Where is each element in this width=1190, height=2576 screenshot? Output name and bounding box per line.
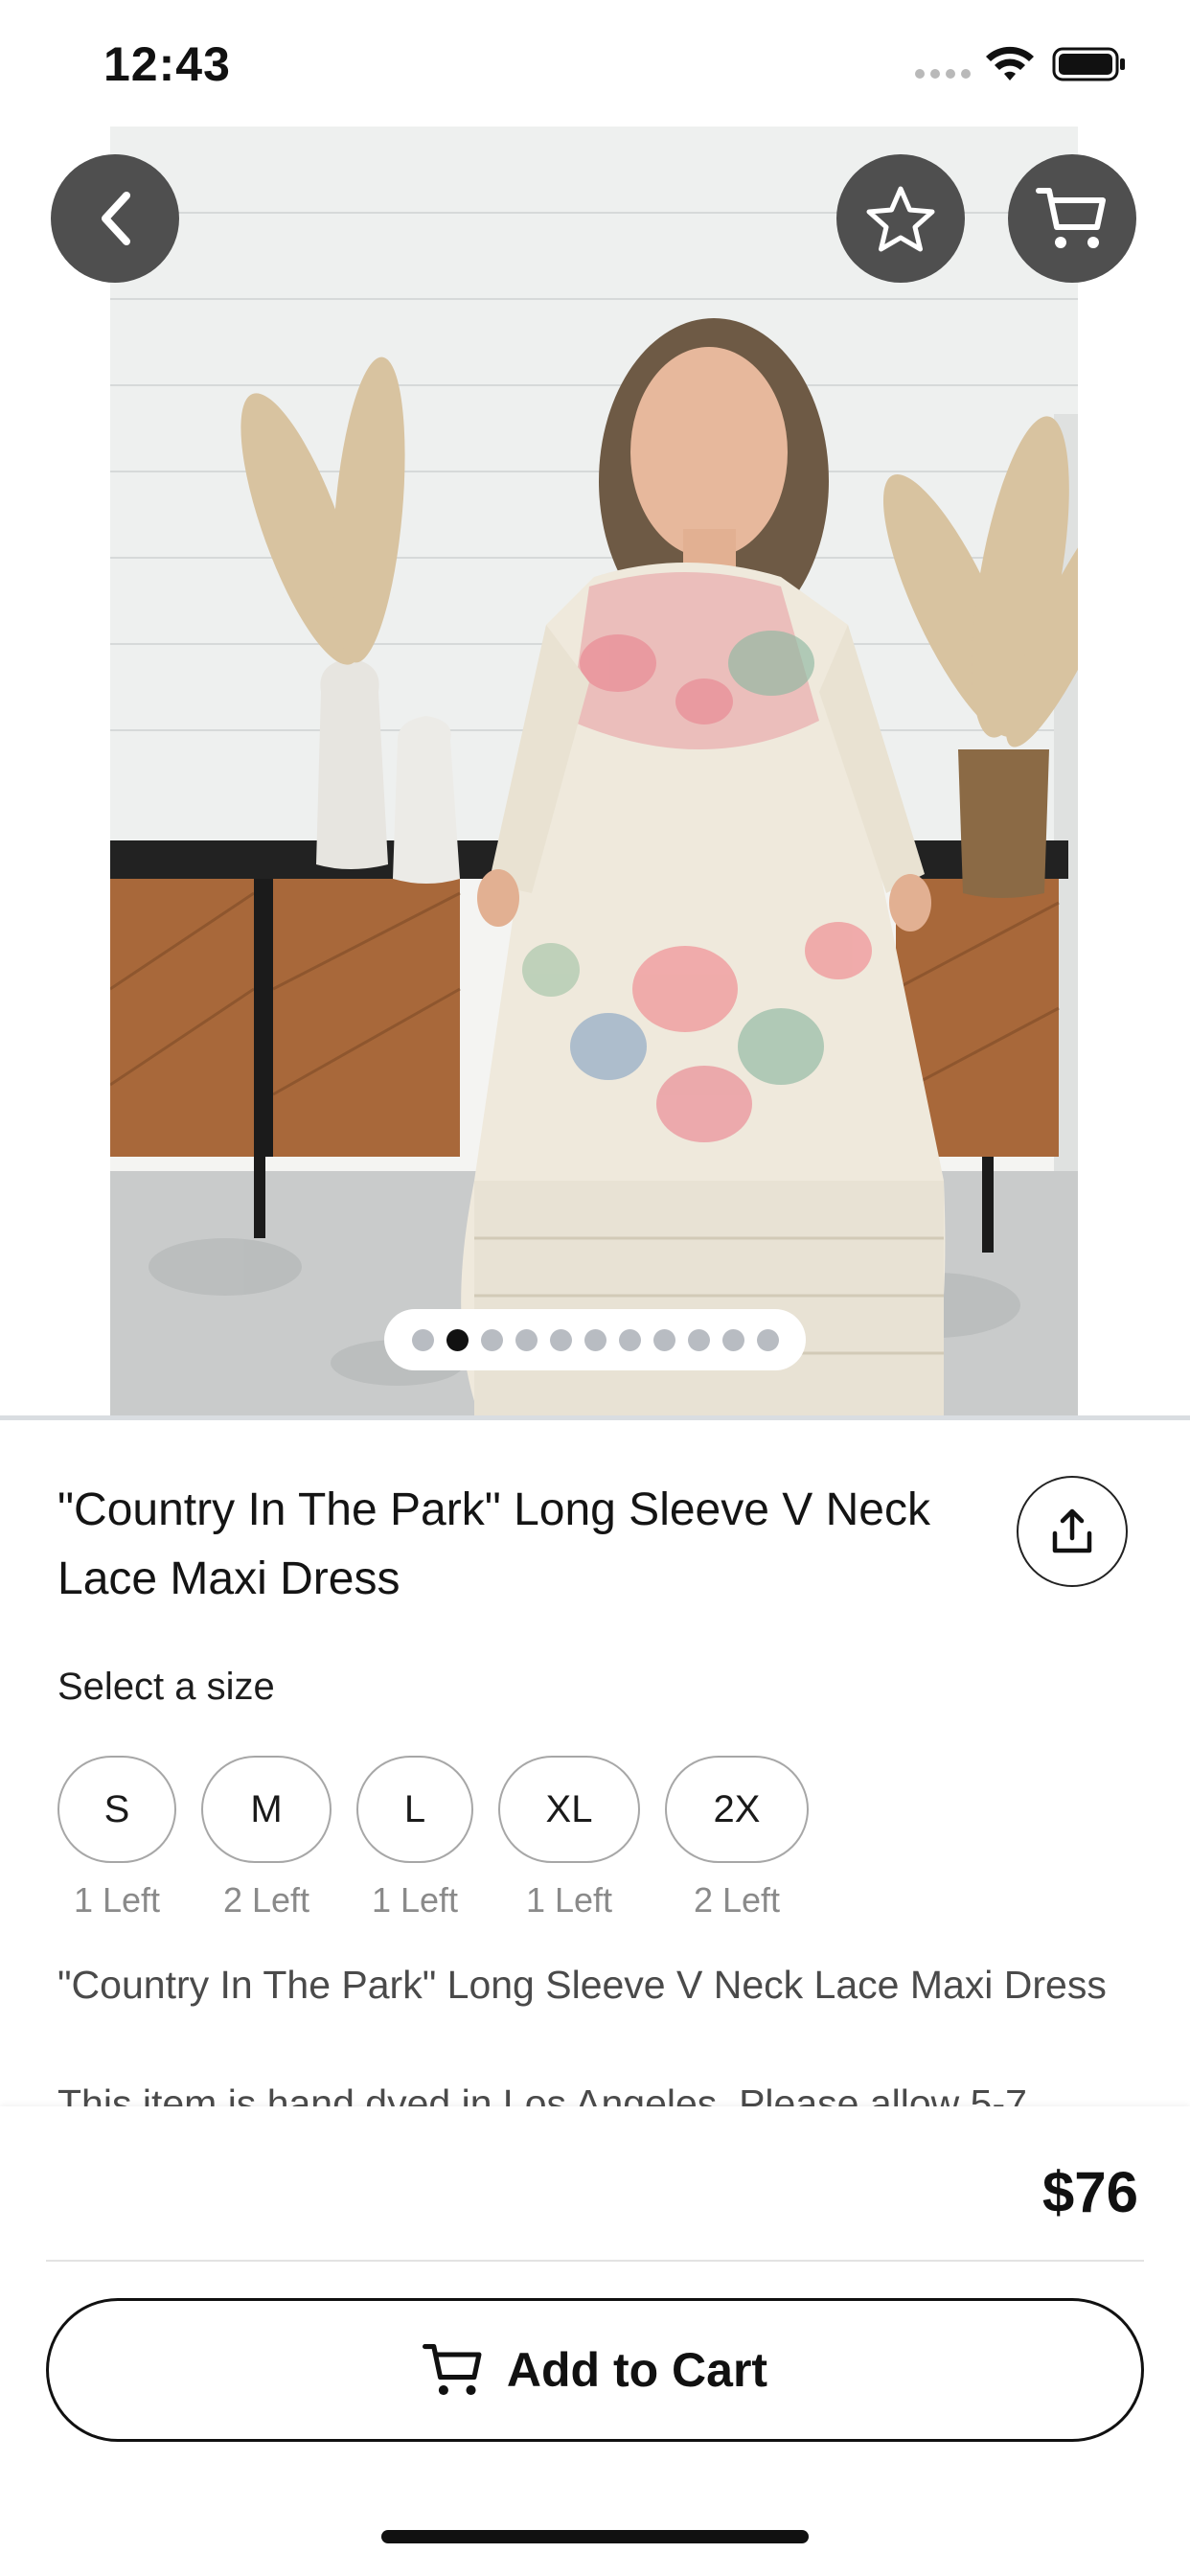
size-chip[interactable]: S [57,1756,176,1863]
pager-dot[interactable] [687,1328,710,1351]
cellular-signal-icon [915,69,971,79]
size-stock: 2 Left [222,1880,310,1920]
size-stock: 1 Left [371,1880,459,1920]
size-option-l: L 1 Left [356,1756,473,1920]
product-photo [110,126,1078,1415]
product-title: "Country In The Park" Long Sleeve V Neck… [57,1484,930,1604]
pager-dot[interactable] [721,1328,744,1351]
pager-dot[interactable] [515,1328,538,1351]
pager-dot[interactable] [480,1328,503,1351]
share-button[interactable] [1017,1476,1128,1587]
favorite-button[interactable] [836,154,965,283]
panel-divider [46,2260,1144,2262]
size-chip[interactable]: M [201,1756,332,1863]
pager-dot[interactable] [446,1328,469,1351]
home-indicator [381,2530,809,2543]
size-chip[interactable]: 2X [665,1756,809,1863]
pager-dot[interactable] [584,1328,606,1351]
size-prompt: Select a size [57,1666,275,1708]
size-selector: S 1 Left M 2 Left L 1 Left XL 1 Left 2X … [57,1756,809,1920]
star-icon [866,186,935,252]
cart-icon [422,2344,482,2396]
size-option-s: S 1 Left [57,1756,176,1920]
pager-dot[interactable] [549,1328,572,1351]
size-stock: 2 Left [693,1880,781,1920]
status-bar: 12:43 [0,0,1190,126]
back-button[interactable] [51,154,179,283]
image-divider [0,1415,1190,1420]
cart-button[interactable] [1008,154,1136,283]
add-to-cart-button[interactable]: Add to Cart [46,2298,1144,2442]
pager-dot[interactable] [411,1328,434,1351]
product-image[interactable] [110,126,1078,1415]
size-option-m: M 2 Left [201,1756,332,1920]
cart-icon [1036,188,1106,248]
purchase-panel: $76 Add to Cart [0,2106,1190,2576]
price: $76 [1041,2160,1138,2224]
size-stock: 1 Left [525,1880,613,1920]
share-icon [1052,1508,1092,1553]
image-pager[interactable] [384,1309,806,1370]
pager-dot[interactable] [652,1328,675,1351]
size-chip[interactable]: XL [498,1756,640,1863]
status-time: 12:43 [103,37,231,91]
pager-dot[interactable] [618,1328,641,1351]
size-stock: 1 Left [73,1880,161,1920]
pager-dot[interactable] [756,1328,779,1351]
battery-icon [1052,47,1125,81]
size-option-xl: XL 1 Left [498,1756,640,1920]
size-option-2x: 2X 2 Left [665,1756,809,1920]
size-chip[interactable]: L [356,1756,473,1863]
add-to-cart-label: Add to Cart [506,2343,768,2397]
description-title: "Country In The Park" Long Sleeve V Neck… [57,1963,1107,2007]
chevron-left-icon [102,192,130,245]
wifi-icon [986,46,1034,80]
